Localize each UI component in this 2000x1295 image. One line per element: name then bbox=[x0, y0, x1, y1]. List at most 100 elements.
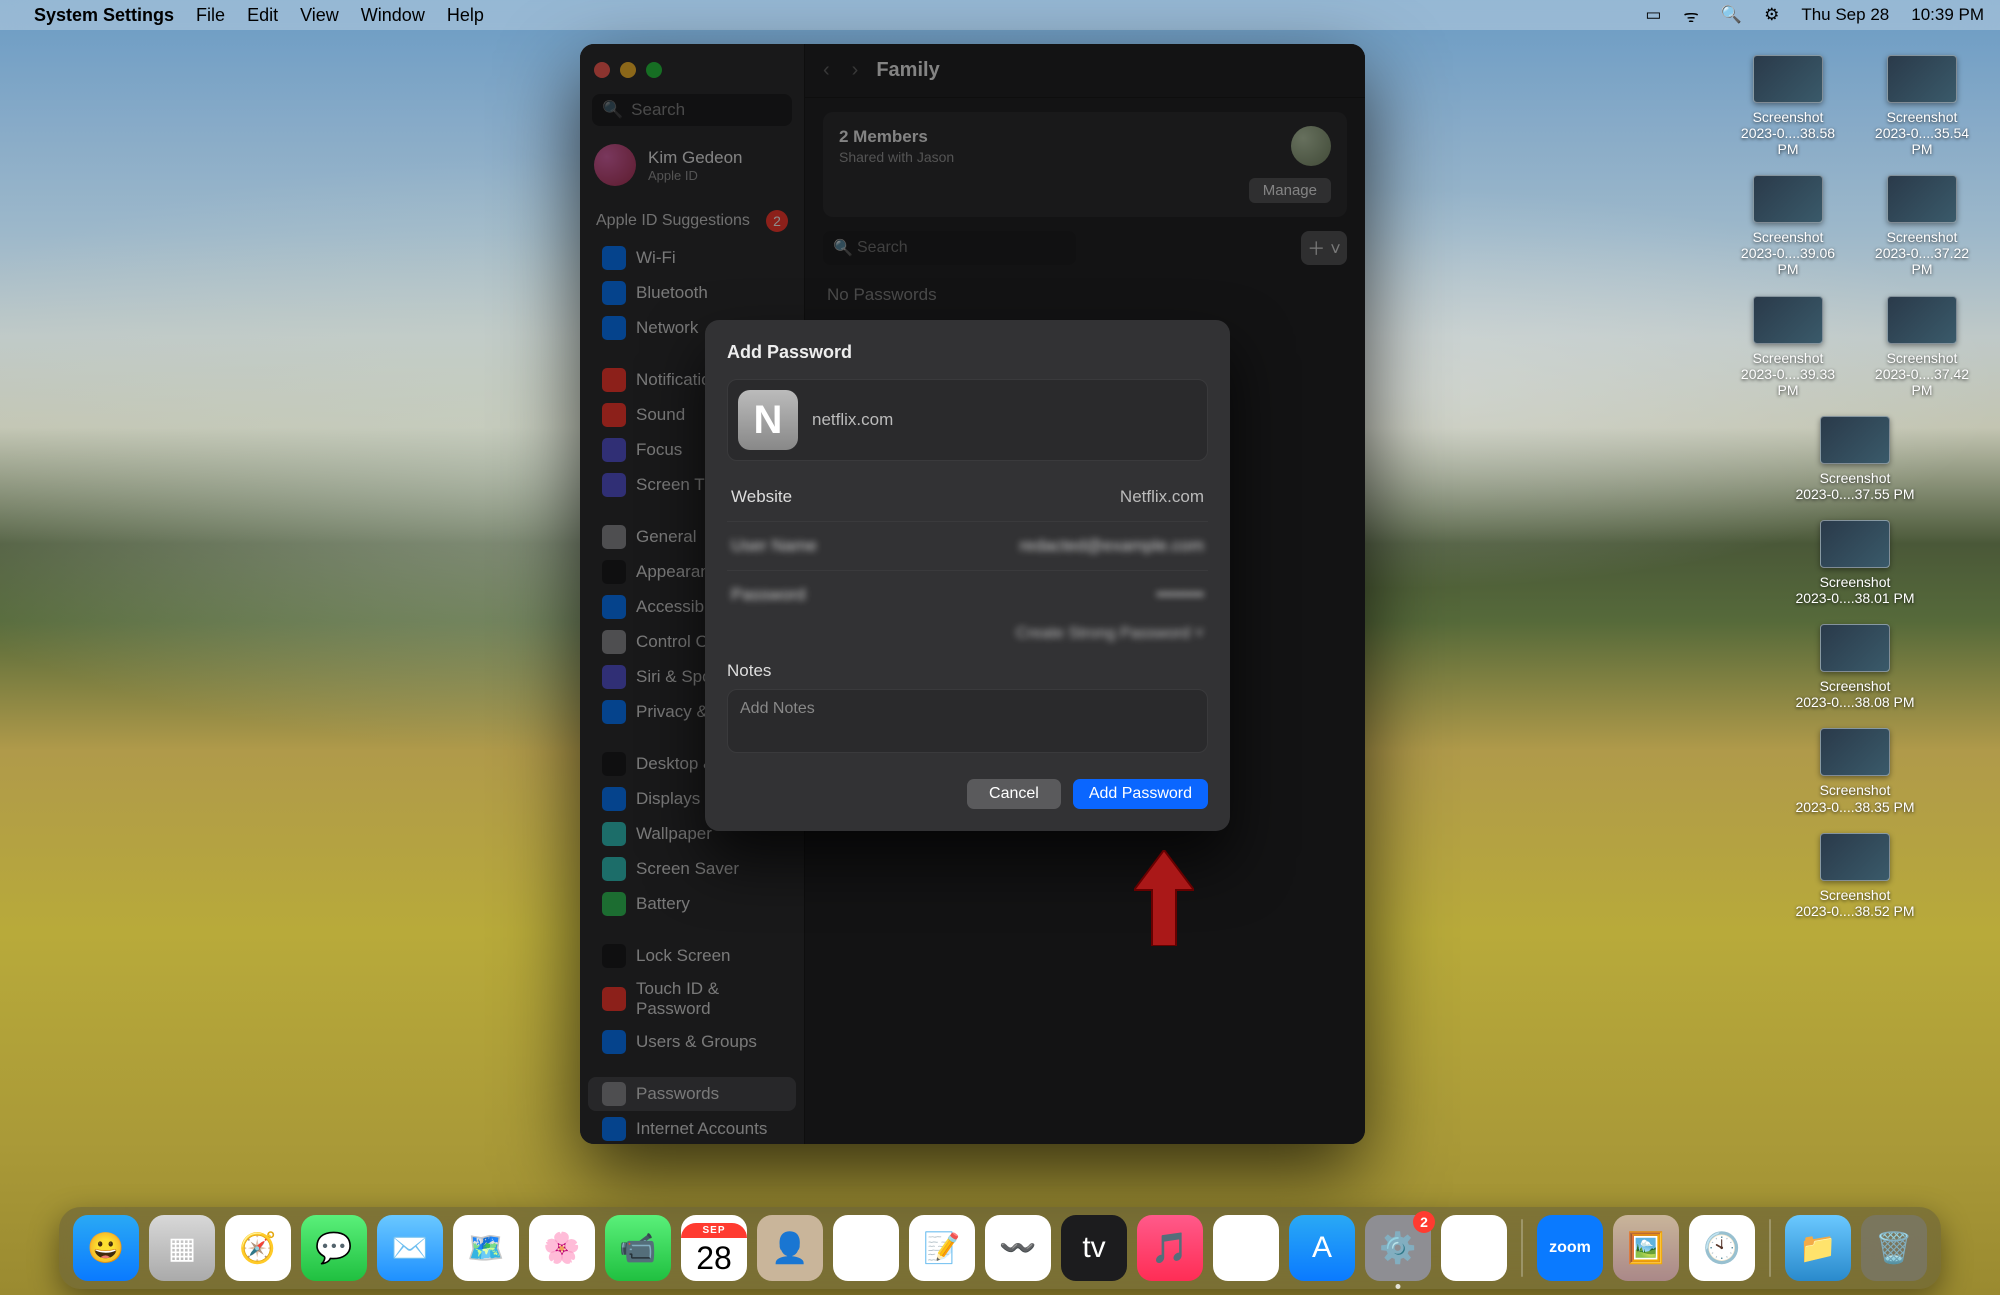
spotlight-icon[interactable]: 🔍 bbox=[1721, 5, 1742, 25]
dock-clock[interactable]: 🕙 bbox=[1689, 1215, 1755, 1281]
music-icon: 🎵 bbox=[1151, 1231, 1188, 1266]
desktop-file[interactable]: Screenshot 2023-0....37.22 PM bbox=[1872, 175, 1972, 277]
password-label: Password bbox=[731, 585, 806, 605]
dock-mail[interactable]: ✉️ bbox=[377, 1215, 443, 1281]
safari-icon: 🧭 bbox=[239, 1231, 276, 1266]
battery-icon[interactable]: ▭ bbox=[1645, 5, 1661, 25]
cancel-button[interactable]: Cancel bbox=[967, 779, 1061, 809]
wifi-icon[interactable]: ᯤ bbox=[1683, 4, 1699, 27]
contacts-icon: 👤 bbox=[771, 1231, 808, 1266]
desktop-file[interactable]: Screenshot 2023-0....39.33 PM bbox=[1738, 296, 1838, 398]
desktop-file-label: Screenshot 2023-0....38.35 PM bbox=[1795, 782, 1914, 814]
screenshot-thumbnail-icon bbox=[1887, 296, 1957, 344]
dock-folder-pictures[interactable]: 📁 bbox=[1785, 1215, 1851, 1281]
dock-freeform[interactable]: 〰️ bbox=[985, 1215, 1051, 1281]
desktop-file-label: Screenshot 2023-0....39.33 PM bbox=[1738, 350, 1838, 398]
dock-bing[interactable]: b bbox=[1441, 1215, 1507, 1281]
desktop-file-label: Screenshot 2023-0....35.54 PM bbox=[1872, 109, 1972, 157]
messages-icon: 💬 bbox=[315, 1231, 352, 1266]
menu-view[interactable]: View bbox=[300, 5, 339, 26]
screenshot-thumbnail-icon bbox=[1820, 416, 1890, 464]
dock-calendar[interactable]: SEP28 bbox=[681, 1215, 747, 1281]
screenshot-thumbnail-icon bbox=[1820, 520, 1890, 568]
dock-preview-doc[interactable]: 🖼️ bbox=[1613, 1215, 1679, 1281]
notes-input[interactable]: Add Notes bbox=[727, 689, 1208, 753]
menubar-status: ▭ ᯤ 🔍 ⚙ Thu Sep 28 10:39 PM bbox=[1645, 4, 1984, 27]
dock-safari[interactable]: 🧭 bbox=[225, 1215, 291, 1281]
desktop-file[interactable]: Screenshot 2023-0....38.58 PM bbox=[1738, 55, 1838, 157]
reminders-icon: ☰ bbox=[853, 1231, 880, 1266]
desktop-file[interactable]: Screenshot 2023-0....37.55 PM bbox=[1738, 416, 1972, 502]
bing-icon: b bbox=[1466, 1231, 1483, 1265]
dock-facetime[interactable]: 📹 bbox=[605, 1215, 671, 1281]
dock-contacts[interactable]: 👤 bbox=[757, 1215, 823, 1281]
desktop-file[interactable]: Screenshot 2023-0....38.35 PM bbox=[1738, 728, 1972, 814]
preview-doc-icon: 🖼️ bbox=[1627, 1231, 1664, 1266]
dock-news[interactable]: N bbox=[1213, 1215, 1279, 1281]
notes-label: Notes bbox=[727, 661, 1208, 681]
menu-edit[interactable]: Edit bbox=[247, 5, 278, 26]
menu-window[interactable]: Window bbox=[361, 5, 425, 26]
dock-messages[interactable]: 💬 bbox=[301, 1215, 367, 1281]
username-value: redacted@example.com bbox=[1019, 536, 1204, 556]
maps-icon: 🗺️ bbox=[467, 1231, 504, 1266]
add-password-modal: Add Password N netflix.com Website Netfl… bbox=[705, 320, 1230, 831]
dock-tv[interactable]: tv bbox=[1061, 1215, 1127, 1281]
username-row[interactable]: User Name redacted@example.com bbox=[727, 524, 1208, 568]
launchpad-icon: ▦ bbox=[168, 1231, 196, 1266]
menu-file[interactable]: File bbox=[196, 5, 225, 26]
screenshot-thumbnail-icon bbox=[1753, 175, 1823, 223]
screenshot-thumbnail-icon bbox=[1753, 55, 1823, 103]
clock-icon: 🕙 bbox=[1703, 1231, 1740, 1266]
finder-icon: 😀 bbox=[87, 1231, 124, 1266]
desktop-file[interactable]: Screenshot 2023-0....37.42 PM bbox=[1872, 296, 1972, 398]
notes-placeholder: Add Notes bbox=[740, 700, 815, 717]
menubar: System Settings File Edit View Window He… bbox=[0, 0, 2000, 30]
desktop-file-label: Screenshot 2023-0....37.22 PM bbox=[1872, 229, 1972, 277]
desktop-file[interactable]: Screenshot 2023-0....35.54 PM bbox=[1872, 55, 1972, 157]
add-password-button[interactable]: Add Password bbox=[1073, 779, 1208, 809]
dock-reminders[interactable]: ☰ bbox=[833, 1215, 899, 1281]
desktop-file-label: Screenshot 2023-0....38.01 PM bbox=[1795, 574, 1914, 606]
password-value: •••••••• bbox=[1156, 585, 1204, 605]
desktop-file[interactable]: Screenshot 2023-0....38.01 PM bbox=[1738, 520, 1972, 606]
control-center-icon[interactable]: ⚙ bbox=[1764, 5, 1779, 25]
tv-icon: tv bbox=[1082, 1231, 1105, 1265]
password-row[interactable]: Password •••••••• bbox=[727, 573, 1208, 617]
desktop-file-label: Screenshot 2023-0....38.52 PM bbox=[1795, 887, 1914, 919]
dock-launchpad[interactable]: ▦ bbox=[149, 1215, 215, 1281]
modal-title: Add Password bbox=[727, 342, 1208, 363]
screenshot-thumbnail-icon bbox=[1887, 55, 1957, 103]
screenshot-thumbnail-icon bbox=[1753, 296, 1823, 344]
desktop-file-label: Screenshot 2023-0....38.08 PM bbox=[1795, 678, 1914, 710]
desktop-file-label: Screenshot 2023-0....37.55 PM bbox=[1795, 470, 1914, 502]
menubar-time[interactable]: 10:39 PM bbox=[1911, 5, 1984, 25]
notes-icon: 📝 bbox=[923, 1231, 960, 1266]
create-strong-password-button[interactable]: Create Strong Password ˅ bbox=[727, 617, 1208, 645]
site-logo-icon: N bbox=[738, 390, 798, 450]
dock-finder[interactable]: 😀 bbox=[73, 1215, 139, 1281]
screenshot-thumbnail-icon bbox=[1887, 175, 1957, 223]
dock-photos[interactable]: 🌸 bbox=[529, 1215, 595, 1281]
website-input[interactable]: netflix.com bbox=[812, 410, 893, 430]
dock: 😀 ▦ 🧭 💬 ✉️ 🗺️ 🌸 📹 SEP28 👤 ☰ 📝 〰️ tv 🎵 NA⚙️2 b zoom 🖼️ 🕙 📁 🗑️ bbox=[59, 1207, 1941, 1289]
facetime-icon: 📹 bbox=[619, 1231, 656, 1266]
dock-trash[interactable]: 🗑️ bbox=[1861, 1215, 1927, 1281]
folder-pictures-icon: 📁 bbox=[1799, 1231, 1836, 1266]
website-value: Netflix.com bbox=[1120, 487, 1204, 507]
menu-help[interactable]: Help bbox=[447, 5, 484, 26]
desktop-file[interactable]: Screenshot 2023-0....38.52 PM bbox=[1738, 833, 1972, 919]
menubar-date[interactable]: Thu Sep 28 bbox=[1801, 5, 1889, 25]
desktop-file[interactable]: Screenshot 2023-0....39.06 PM bbox=[1738, 175, 1838, 277]
mail-icon: ✉️ bbox=[391, 1231, 428, 1266]
dock-maps[interactable]: 🗺️ bbox=[453, 1215, 519, 1281]
dock-appstore[interactable]: A bbox=[1289, 1215, 1355, 1281]
dock-zoom[interactable]: zoom bbox=[1537, 1215, 1603, 1281]
website-row: Website Netflix.com bbox=[727, 475, 1208, 519]
menubar-app-name[interactable]: System Settings bbox=[34, 5, 174, 26]
desktop-file[interactable]: Screenshot 2023-0....38.08 PM bbox=[1738, 624, 1972, 710]
dock-notes[interactable]: 📝 bbox=[909, 1215, 975, 1281]
dock-music[interactable]: 🎵 bbox=[1137, 1215, 1203, 1281]
dock-settings[interactable]: ⚙️2 bbox=[1365, 1215, 1431, 1281]
screenshot-thumbnail-icon bbox=[1820, 833, 1890, 881]
